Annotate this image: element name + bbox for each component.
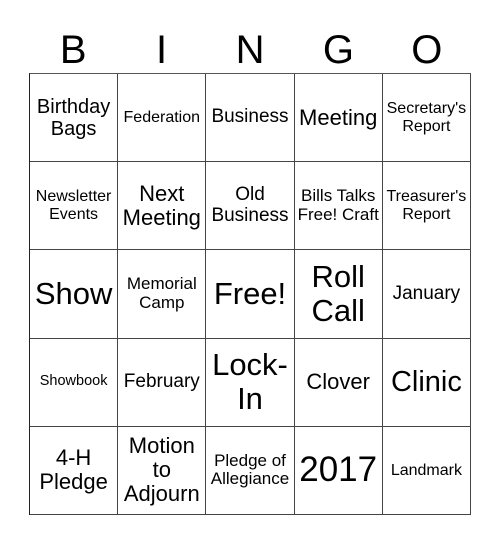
bingo-cell[interactable]: Old Business	[206, 162, 295, 251]
header-letter-b: B	[59, 28, 87, 72]
bingo-cell[interactable]: February	[118, 338, 207, 427]
bingo-cell[interactable]: Treasurer's Report	[382, 162, 471, 251]
header-letter-n: N	[235, 28, 265, 72]
bingo-cell[interactable]: Meeting	[294, 74, 383, 163]
bingo-cell[interactable]: Showbook	[30, 338, 119, 427]
bingo-cell[interactable]: Show	[30, 250, 119, 339]
bingo-cell[interactable]: Free!	[206, 250, 295, 339]
header-letter-g: G	[322, 28, 354, 72]
bingo-cell[interactable]: Federation	[118, 74, 207, 163]
bingo-cell[interactable]: Clover	[294, 338, 383, 427]
bingo-cell[interactable]: Pledge of Allegiance	[206, 426, 295, 515]
bingo-cell[interactable]: Memorial Camp	[118, 250, 207, 339]
bingo-cell[interactable]: Clinic	[382, 338, 471, 427]
bingo-header: B I N G O	[29, 28, 471, 72]
header-letter-o: O	[411, 28, 443, 72]
bingo-cell[interactable]: Birthday Bags	[30, 74, 119, 163]
bingo-cell[interactable]: Newsletter Events	[30, 162, 119, 251]
bingo-cell[interactable]: Bills Talks Free! Craft	[294, 162, 383, 251]
bingo-card-grid: Birthday Bags Federation Business Meetin…	[29, 73, 471, 515]
header-letter-i: I	[156, 28, 168, 72]
bingo-cell[interactable]: Business	[206, 74, 295, 163]
bingo-cell[interactable]: Lock-In	[206, 338, 295, 427]
bingo-cell[interactable]: Landmark	[382, 426, 471, 515]
bingo-cell[interactable]: Motion to Adjourn	[118, 426, 207, 515]
bingo-cell[interactable]: 2017	[294, 426, 383, 515]
bingo-cell[interactable]: January	[382, 250, 471, 339]
bingo-cell[interactable]: Next Meeting	[118, 162, 207, 251]
bingo-cell[interactable]: Secretary's Report	[382, 74, 471, 163]
bingo-cell[interactable]: Roll Call	[294, 250, 383, 339]
bingo-cell[interactable]: 4-H Pledge	[30, 426, 119, 515]
